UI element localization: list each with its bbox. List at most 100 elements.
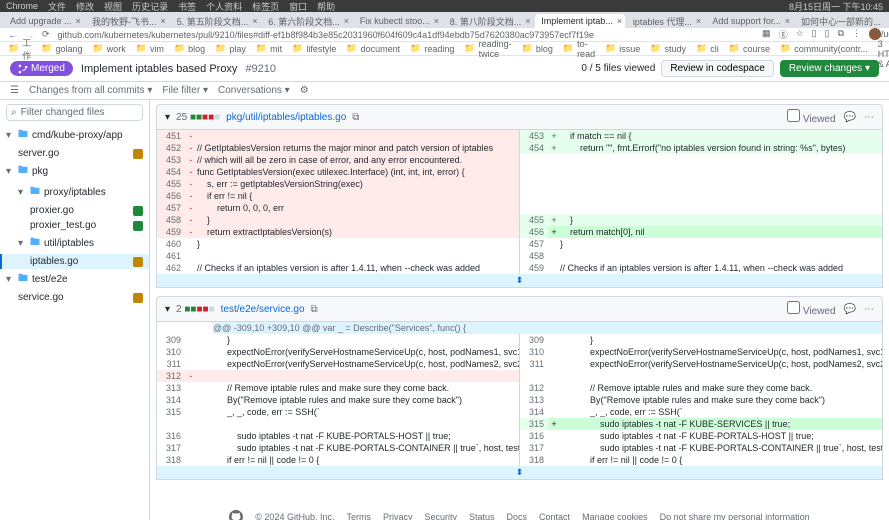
url-input[interactable]: github.com/kubernetes/kubernetes/pull/92…	[58, 30, 755, 40]
diff-line[interactable]: 454+ return "", fmt.Errorf("no iptables …	[520, 142, 882, 154]
changes-from-dropdown[interactable]: Changes from all commits ▾	[29, 85, 152, 96]
diff-line[interactable]: 454-func GetIptablesVersion(exec utilexe…	[157, 166, 519, 178]
diff-line[interactable]: 456- if err != nil {	[157, 190, 519, 202]
close-icon[interactable]: ×	[696, 16, 701, 26]
menu-item[interactable]: 书签	[178, 0, 196, 13]
bookmark-folder[interactable]: 📁 work	[92, 43, 125, 54]
extension-icon[interactable]: ▯	[825, 28, 830, 41]
menu-item[interactable]: 标签页	[252, 0, 279, 13]
diff-line[interactable]: 318 if err != nil || code != 0 {	[520, 454, 882, 466]
bookmark-folder[interactable]: 📁 document	[346, 43, 400, 54]
diff-line[interactable]: 458- }	[157, 214, 519, 226]
diff-line[interactable]: 453-// which will all be zero in case of…	[157, 154, 519, 166]
diff-line[interactable]: 457- return 0, 0, 0, err	[157, 202, 519, 214]
footer-link[interactable]: Security	[424, 512, 457, 520]
bookmark-folder[interactable]: 📁 study	[650, 43, 686, 54]
bookmark-folder[interactable]: 📁 工作	[8, 36, 31, 62]
menu-item[interactable]: 视图	[104, 0, 122, 13]
close-icon[interactable]: ×	[617, 16, 622, 26]
filter-files-input[interactable]: ⌕ Filter changed files	[6, 104, 143, 121]
browser-tab[interactable]: 6. 第六阶段文档...×	[262, 14, 352, 28]
bookmark-folder[interactable]: 📁 community(contr...	[780, 43, 868, 54]
diff-line[interactable]: 317 sudo iptables -t nat -F KUBE-PORTALS…	[157, 442, 519, 454]
browser-tab[interactable]: 我的牧野-飞书...×	[86, 14, 169, 28]
menu-item[interactable]: 修改	[76, 0, 94, 13]
browser-tab[interactable]: Add upgrade ...×	[4, 14, 84, 28]
diff-line[interactable]: 315 _, _, code, err := SSH(`	[157, 406, 519, 418]
translate-icon[interactable]: ⓖ	[779, 28, 788, 41]
bookmark-folder[interactable]: 📁 blog	[522, 43, 553, 54]
menu-item[interactable]: 历史记录	[132, 0, 168, 13]
chevron-down-icon[interactable]: ▾	[165, 112, 170, 123]
tree-file[interactable]: proxier_test.go	[0, 218, 149, 233]
diff-line[interactable]: 456+ return match[0], nil	[520, 226, 882, 238]
bookmark-folder[interactable]: 📁 blog	[174, 43, 205, 54]
diff-line[interactable]: 318 if err != nil || code != 0 {	[157, 454, 519, 466]
browser-tab[interactable]: Add support for...×	[706, 14, 793, 28]
browser-tab[interactable]: 如何中心一部新的...×	[795, 14, 885, 28]
kebab-icon[interactable]: ⋯	[864, 112, 874, 123]
diff-line[interactable]: 312 // Remove iptable rules and make sur…	[520, 382, 882, 394]
diff-line[interactable]: 459 // Checks if an iptables version is …	[520, 262, 882, 274]
diff-line[interactable]: 462 // Checks if an iptables version is …	[157, 262, 519, 274]
close-icon[interactable]: ×	[252, 16, 257, 26]
chevron-down-icon[interactable]: ▾	[165, 304, 170, 315]
sidebar-toggle-icon[interactable]: ☰	[10, 85, 19, 96]
diff-line[interactable]: 311 expectNoError(verifyServeHostnameSer…	[157, 358, 519, 370]
diff-line[interactable]: 310 expectNoError(verifyServeHostnameSer…	[520, 346, 882, 358]
diff-line[interactable]: 452-// GetIptablesVersion returns the ma…	[157, 142, 519, 154]
diff-line[interactable]: 312-	[157, 370, 519, 382]
bookmark-folder[interactable]: 📁 play	[215, 43, 246, 54]
settings-icon[interactable]: ⚙	[300, 85, 309, 96]
close-icon[interactable]: ×	[344, 16, 349, 26]
file-filter-dropdown[interactable]: File filter ▾	[162, 85, 208, 96]
expand-diff[interactable]: ⬍	[157, 466, 882, 479]
conversations-dropdown[interactable]: Conversations ▾	[218, 85, 290, 96]
menu-item[interactable]: 帮助	[317, 0, 335, 13]
close-icon[interactable]: ×	[785, 16, 790, 26]
kebab-icon[interactable]: ⋯	[864, 304, 874, 315]
diff-line[interactable]: 313 // Remove iptable rules and make sur…	[157, 382, 519, 394]
footer-link[interactable]: Manage cookies	[582, 512, 648, 520]
tree-folder[interactable]: ▾🖿 pkg	[0, 161, 149, 182]
close-icon[interactable]: ×	[160, 16, 165, 26]
bookmark-folder[interactable]: 📁 reading-twice	[464, 39, 511, 59]
diff-line[interactable]: 453+ if match == nil {	[520, 130, 882, 142]
menu-item[interactable]: 文件	[48, 0, 66, 13]
browser-tab[interactable]: 8. 第八阶段文档...×	[444, 14, 534, 28]
file-path[interactable]: pkg/util/iptables/iptables.go	[226, 112, 346, 123]
copy-icon[interactable]: ⧉	[311, 304, 318, 315]
browser-tab[interactable]: Fix kubectl stoo...×	[354, 14, 442, 28]
hunk-header[interactable]: @@ -309,10 +309,10 @@ var _ = Describe("…	[157, 322, 882, 334]
diff-line[interactable]: 455- s, err := getIptablesVersionString(…	[157, 178, 519, 190]
browser-tab[interactable]: 5. 第五阶段文档...×	[171, 14, 261, 28]
tree-folder[interactable]: ▾🖿 test/e2e	[0, 269, 149, 290]
viewed-checkbox[interactable]: Viewed	[787, 301, 835, 317]
diff-line[interactable]: 458	[520, 250, 882, 262]
footer-link[interactable]: Do not share my personal information	[660, 512, 810, 520]
diff-line[interactable]: 316 sudo iptables -t nat -F KUBE-PORTALS…	[157, 430, 519, 442]
browser-tab-active[interactable]: Implement iptab...×	[535, 14, 625, 28]
diff-line[interactable]: 460 }	[157, 238, 519, 250]
extension-icon[interactable]: ▦	[762, 28, 771, 41]
tree-folder[interactable]: ▾🖿 proxy/iptables	[0, 182, 149, 203]
browser-tab[interactable]: iptables 代理...×	[627, 14, 705, 28]
extension-icon[interactable]: ▯	[812, 28, 817, 41]
tree-folder[interactable]: ▾🖿 cmd/kube-proxy/app	[0, 125, 149, 146]
diff-line[interactable]: 313 By("Remove iptable rules and make su…	[520, 394, 882, 406]
comment-icon[interactable]: 💬	[844, 304, 856, 315]
close-icon[interactable]: ×	[525, 16, 530, 26]
bookmark-folder[interactable]: 📁 lifestyle	[292, 43, 336, 54]
viewed-checkbox[interactable]: Viewed	[787, 109, 835, 125]
diff-line[interactable]: 455+ }	[520, 214, 882, 226]
extension-icon[interactable]: ⧉	[838, 28, 844, 41]
menu-item[interactable]: 个人资料	[206, 0, 242, 13]
diff-line[interactable]: 309 }	[157, 334, 519, 346]
bookmark-folder[interactable]: 📁 golang	[41, 43, 82, 54]
file-path[interactable]: test/e2e/service.go	[221, 304, 305, 315]
close-icon[interactable]: ×	[434, 16, 439, 26]
expand-diff[interactable]: ⬍	[157, 274, 882, 287]
diff-line[interactable]: 310 expectNoError(verifyServeHostnameSer…	[157, 346, 519, 358]
menu-item[interactable]: 窗口	[289, 0, 307, 13]
review-changes-button[interactable]: Review changes ▾	[780, 60, 879, 77]
